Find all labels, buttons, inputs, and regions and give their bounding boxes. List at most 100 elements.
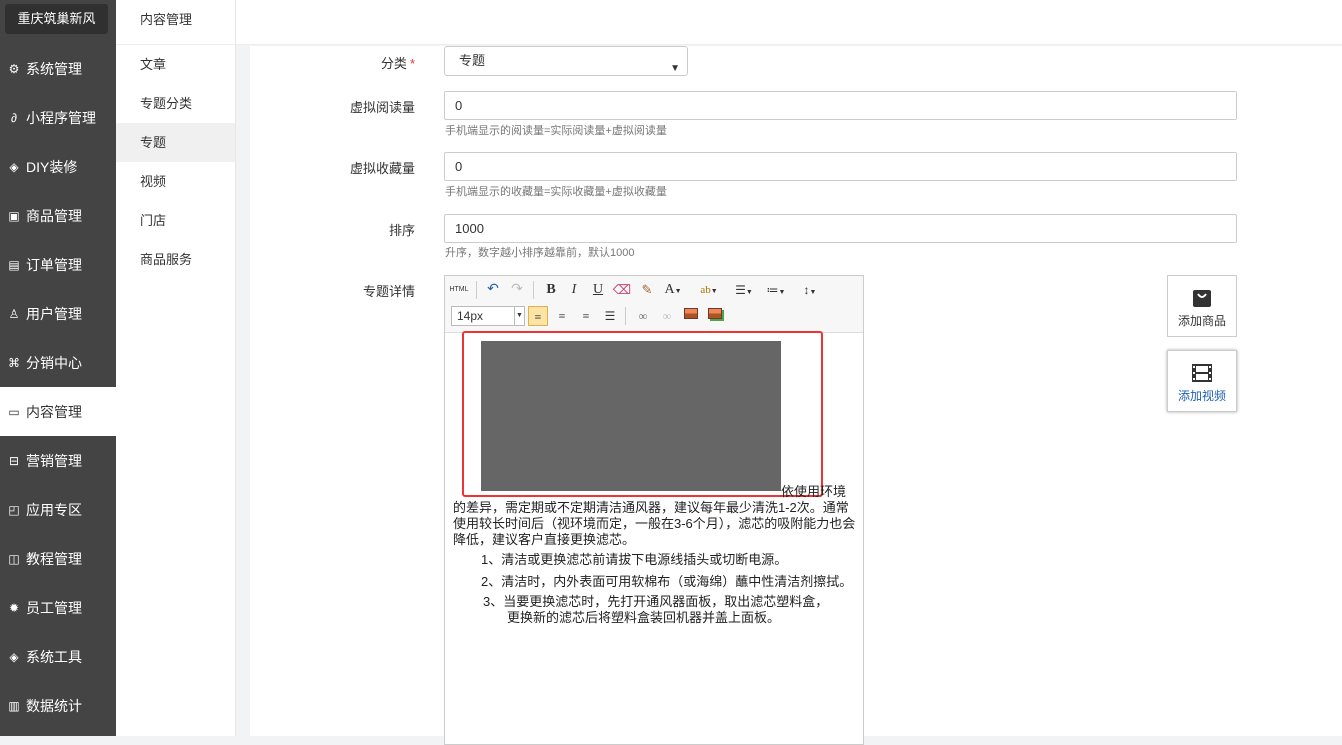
align-right-icon[interactable]: ≡ [576, 306, 596, 326]
form-area: 分类 * 专题 ▼ 虚拟阅读量 0 手机端显示的阅读量=实际阅读量+虚拟阅读量 虚… [250, 46, 1342, 745]
network-icon: ⌘ [8, 355, 20, 370]
format-brush-icon[interactable]: ✎ [637, 280, 657, 300]
bold-button[interactable]: B [541, 280, 561, 300]
italic-button[interactable]: I [564, 280, 584, 300]
editor-content: 依使用环境 的差异，需定期或不定期清洁通风器，建议每年最少清洗1-2次。通常使用… [453, 339, 858, 626]
content-item-3b: 更换新的滤芯后将塑料盒装回机器并盖上面板。 [507, 610, 781, 625]
align-center-icon[interactable]: ≡ [552, 306, 572, 326]
html-source-button[interactable]: HTML [449, 280, 469, 300]
virtual-favs-input[interactable]: 0 [444, 152, 1237, 181]
sidebar-item-label: 营销管理 [26, 452, 82, 469]
underline-button[interactable]: U [588, 280, 608, 300]
chevron-down-icon: ▼ [670, 63, 680, 74]
sub-navigation: 内容管理 文章 专题分类 专题 视频 门店 商品服务 [116, 0, 236, 736]
app-logo: 重庆筑巢新风 [5, 4, 108, 34]
subnav-item-5[interactable]: 商品服务 [116, 240, 235, 279]
sidebar-item-label: 订单管理 [26, 256, 82, 273]
virtual-favs-label: 虚拟收藏量 [349, 161, 415, 176]
content-item-3a: 3、当要更换滤芯时，先打开通风器面板，取出滤芯塑料盒， [483, 594, 829, 609]
content-paragraph: 的差异，需定期或不定期清洁通风器，建议每年最少清洗1-2次。通常使用较长时间后（… [453, 500, 856, 547]
font-size-value: 14px [457, 309, 484, 323]
sidebar-item-3[interactable]: ▣ 商品管理 [0, 191, 116, 240]
sidebar-item-7[interactable]: ▭ 内容管理 [0, 387, 116, 436]
sidebar-item-13[interactable]: ▥ 数据统计 [0, 681, 116, 730]
subnav-item-1[interactable]: 专题分类 [116, 84, 235, 123]
sidebar-item-label: 系统管理 [26, 60, 82, 77]
sidebar-item-6[interactable]: ⌘ 分销中心 [0, 338, 116, 387]
subnav-item-4[interactable]: 门店 [116, 201, 235, 240]
category-select[interactable]: 专题 ▼ [444, 46, 688, 76]
shopping-bag-icon [1193, 290, 1211, 307]
sidebar-item-label: DIY装修 [26, 158, 78, 175]
add-video-button[interactable]: 添加视频 [1167, 350, 1237, 412]
font-size-select[interactable]: 14px ▼ [451, 306, 525, 326]
ticket-icon: ⊟ [8, 453, 20, 468]
highlight-color-button[interactable]: ab▼ [695, 280, 723, 300]
sidebar-item-10[interactable]: ◫ 教程管理 [0, 534, 116, 583]
unlink-icon[interactable]: ∞ [657, 306, 677, 326]
sort-help: 升序，数字越小排序越靠前，默认1000 [445, 247, 635, 259]
virtual-reads-input[interactable]: 0 [444, 91, 1237, 120]
sidebar-item-label: 应用专区 [26, 501, 82, 518]
app-icon: ◰ [8, 502, 20, 517]
sidebar-item-5[interactable]: ♙ 用户管理 [0, 289, 116, 338]
ordered-list-icon[interactable]: ☰▼ [731, 280, 757, 300]
sidebar-item-8[interactable]: ⊟ 营销管理 [0, 436, 116, 485]
link-icon: ∂ [11, 110, 17, 125]
film-icon [1192, 364, 1212, 382]
clipboard-icon: ▤ [8, 257, 20, 272]
unordered-list-icon[interactable]: ≔▼ [763, 280, 789, 300]
content-item-2: 2、清洁时，内外表面可用软棉布（或海绵）蘸中性清洁剂擦拭。 [481, 574, 853, 589]
sidebar-item-label: 分销中心 [26, 354, 82, 371]
sidebar-item-label: 内容管理 [26, 403, 82, 420]
add-product-button[interactable]: 添加商品 [1167, 275, 1237, 337]
image-icon[interactable] [681, 306, 701, 326]
sidebar-item-11[interactable]: ✹ 员工管理 [0, 583, 116, 632]
subnav-item-3[interactable]: 视频 [116, 162, 235, 201]
align-justify-icon[interactable]: ☰ [600, 306, 620, 326]
sidebar-item-1[interactable]: ∂ 小程序管理 [0, 93, 116, 142]
rich-text-editor[interactable]: HTML ↶ ↷ B I U ⌫ ✎ A▼ ab▼ ☰▼ ≔▼ ↕▼ 14px … [444, 275, 864, 745]
sidebar-item-9[interactable]: ◰ 应用专区 [0, 485, 116, 534]
add-product-label: 添加商品 [1177, 314, 1226, 328]
gear-icon: ⚙ [8, 61, 20, 76]
sidebar: 重庆筑巢新风 ⚙ 系统管理 ∂ 小程序管理 ◈ DIY装修 ▣ 商品管理 ▤ 订单管理 ♙ 用户管理 ⌘… [0, 0, 116, 736]
sidebar-item-label: 教程管理 [26, 550, 82, 567]
virtual-reads-label: 虚拟阅读量 [349, 100, 415, 115]
sort-input[interactable]: 1000 [444, 214, 1237, 243]
sidebar-item-2[interactable]: ◈ DIY装修 [0, 142, 116, 191]
sort-label: 排序 [388, 223, 415, 238]
sidebar-item-label: 员工管理 [26, 599, 82, 616]
sidebar-item-label: 商品管理 [26, 207, 82, 224]
virtual-reads-help: 手机端显示的阅读量=实际阅读量+虚拟阅读量 [445, 125, 667, 137]
redo-icon[interactable]: ↷ [507, 280, 527, 300]
sidebar-item-label: 用户管理 [26, 305, 82, 322]
subnav-item-2[interactable]: 专题 [116, 123, 235, 162]
eraser-icon[interactable]: ⌫ [612, 280, 632, 300]
subnav-title: 内容管理 [116, 0, 235, 45]
cog-icon: ✹ [8, 600, 20, 615]
link-icon[interactable]: ∞ [633, 306, 653, 326]
top-bar [236, 0, 1342, 45]
sidebar-item-label: 系统工具 [26, 648, 82, 665]
content-item-1: 1、清洁或更换滤芯前请拔下电源线插头或切断电源。 [481, 552, 788, 567]
package-icon: ▣ [8, 208, 20, 223]
font-color-button[interactable]: A▼ [663, 280, 683, 300]
required-mark: * [409, 56, 415, 71]
content-icon: ▭ [8, 404, 20, 419]
line-height-icon[interactable]: ↕▼ [797, 280, 823, 300]
category-label: 分类 * [380, 56, 415, 71]
subnav-item-0[interactable]: 文章 [116, 45, 235, 84]
sidebar-item-4[interactable]: ▤ 订单管理 [0, 240, 116, 289]
diamond-icon: ◈ [9, 159, 19, 174]
multi-image-icon[interactable] [705, 306, 725, 326]
book-icon: ◫ [8, 551, 20, 566]
sidebar-item-0[interactable]: ⚙ 系统管理 [0, 44, 116, 93]
undo-icon[interactable]: ↶ [483, 280, 503, 300]
chevron-down-icon: ▼ [514, 307, 524, 325]
add-video-label: 添加视频 [1177, 389, 1226, 403]
sidebar-item-label: 数据统计 [26, 697, 82, 714]
sidebar-item-12[interactable]: ◈ 系统工具 [0, 632, 116, 681]
user-icon: ♙ [8, 306, 20, 321]
align-left-icon[interactable]: ≡ [528, 306, 548, 326]
